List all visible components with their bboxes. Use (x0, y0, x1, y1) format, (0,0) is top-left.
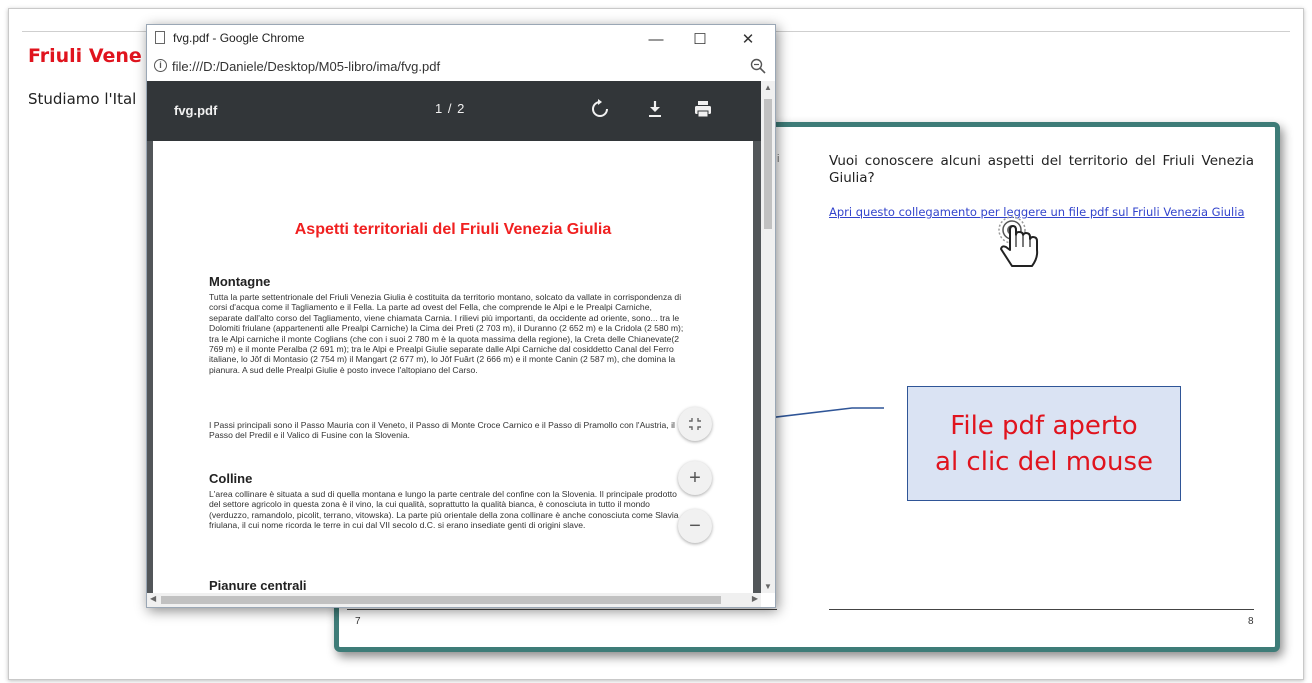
info-icon[interactable]: i (154, 59, 167, 72)
rotate-icon[interactable] (587, 96, 613, 122)
footer-rule-left (347, 609, 777, 610)
window-title: fvg.pdf - Google Chrome (173, 31, 305, 45)
callout-box: File pdf aperto al clic del mouse (907, 386, 1181, 501)
page-number-left: 7 (355, 616, 361, 627)
maximize-button[interactable]: ☐ (679, 25, 721, 53)
address-bar[interactable]: i file:///D:/Daniele/Desktop/M05-libro/i… (147, 53, 775, 81)
page-indicator[interactable]: 1 / 2 (435, 101, 465, 116)
pdf-file-name: fvg.pdf (174, 103, 218, 118)
left-page-fragment: i (777, 153, 780, 165)
book-intro-text: Vuoi conoscere alcuni aspetti del territ… (829, 153, 1254, 186)
hand-pointer-icon (998, 216, 1039, 267)
scroll-right-arrow-icon[interactable]: ▶ (752, 594, 758, 603)
paragraph-colline: L'area collinare è situata a sud di quel… (209, 489, 679, 531)
zoom-icon[interactable] (749, 57, 767, 75)
callout-line-1: File pdf aperto (950, 410, 1138, 441)
section-heading-pianure: Pianure centrali (209, 578, 307, 593)
document-icon (155, 31, 165, 44)
paragraph-montagne: Tutta la parte settentrionale del Friuli… (209, 292, 684, 375)
vertical-scrollbar[interactable]: ▲ ▼ (761, 81, 775, 593)
chrome-window: fvg.pdf - Google Chrome — ☐ ✕ i file:///… (146, 24, 776, 608)
url-text[interactable]: file:///D:/Daniele/Desktop/M05-libro/ima… (172, 59, 440, 74)
scroll-left-arrow-icon[interactable]: ◀ (150, 594, 156, 603)
minimize-button[interactable]: — (635, 25, 677, 53)
section-heading-montagne: Montagne (209, 274, 271, 289)
zoom-in-button[interactable]: + (678, 461, 712, 495)
vertical-scroll-thumb[interactable] (764, 99, 772, 229)
horizontal-scrollbar[interactable]: ◀ ▶ (147, 593, 761, 607)
paragraph-passi: I Passi principali sono il Passo Mauria … (209, 420, 675, 441)
pdf-page: Aspetti territoriali del Friuli Venezia … (153, 141, 753, 593)
footer-rule-right (829, 609, 1254, 610)
page-subtitle: Studiamo l'Ital (28, 90, 137, 108)
pdf-viewer: fvg.pdf 1 / 2 Aspetti territoriali del F… (147, 81, 761, 593)
scroll-up-arrow-icon[interactable]: ▲ (764, 83, 772, 92)
pdf-title: Aspetti territoriali del Friuli Venezia … (294, 221, 612, 238)
close-button[interactable]: ✕ (727, 25, 769, 53)
title-bar[interactable]: fvg.pdf - Google Chrome — ☐ ✕ (147, 25, 775, 53)
zoom-out-button[interactable]: − (678, 509, 712, 543)
page-title: Friuli Vene (28, 45, 142, 67)
callout-line-2: al clic del mouse (935, 446, 1153, 477)
scroll-down-arrow-icon[interactable]: ▼ (764, 582, 772, 591)
print-icon[interactable] (690, 96, 716, 122)
download-icon[interactable] (642, 96, 668, 122)
section-heading-colline: Colline (209, 471, 253, 486)
page-number-right: 8 (1248, 616, 1254, 627)
fit-to-page-button[interactable] (678, 407, 712, 441)
fit-to-page-icon (689, 418, 701, 430)
pdf-toolbar: fvg.pdf 1 / 2 (147, 81, 761, 141)
horizontal-scroll-thumb[interactable] (161, 596, 721, 604)
